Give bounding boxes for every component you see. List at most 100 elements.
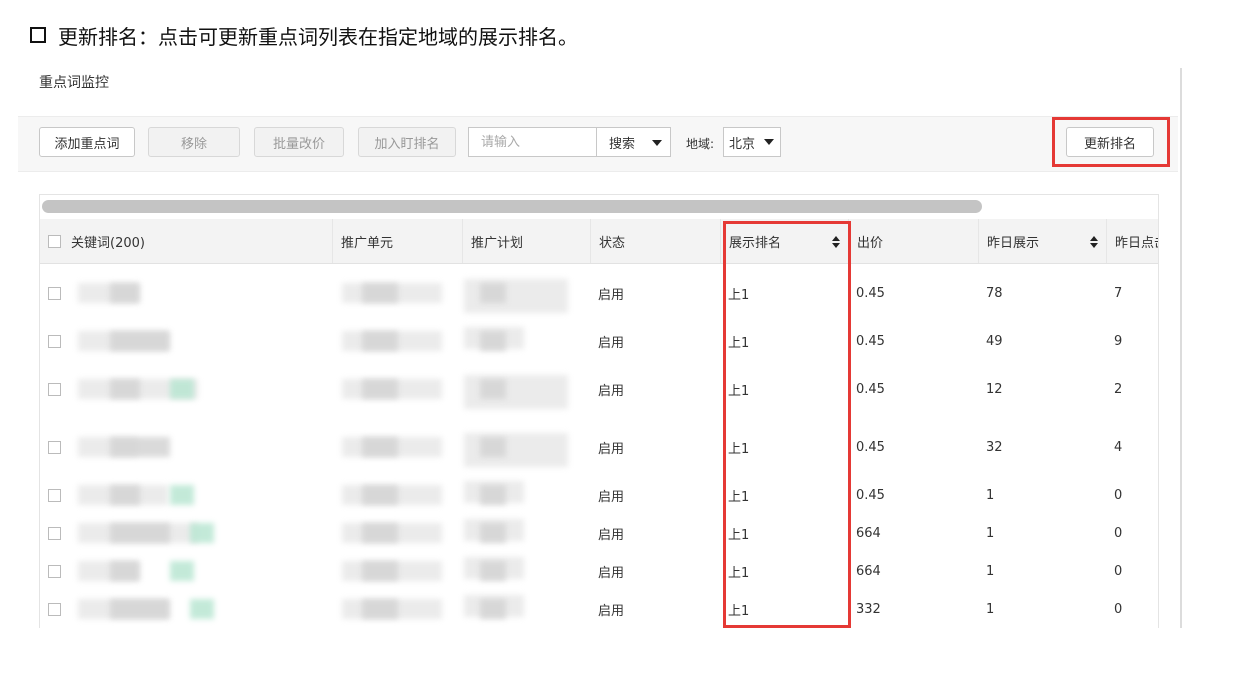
unit-cell <box>332 514 462 552</box>
remove-button[interactable]: 移除 <box>148 127 240 157</box>
row-checkbox[interactable] <box>48 286 61 300</box>
redacted-plan <box>480 561 506 581</box>
col-plan: 推广计划 <box>462 219 590 263</box>
search-input[interactable] <box>468 127 596 157</box>
batch-price-button[interactable]: 批量改价 <box>254 127 344 157</box>
redacted-unit <box>362 561 398 581</box>
square-bullet-icon <box>30 27 46 43</box>
clicks-cell: 0 <box>1114 601 1123 617</box>
unit-cell <box>332 590 462 628</box>
price-cell[interactable]: 0.45 <box>848 418 978 476</box>
col-rank[interactable]: 展示排名 <box>720 219 848 263</box>
select-all-checkbox[interactable] <box>48 234 61 248</box>
table-row[interactable]: 启用 上1 332 1 0 <box>40 590 1158 628</box>
sort-icon[interactable] <box>1090 236 1098 248</box>
redacted-unit <box>362 331 398 351</box>
col-keyword-label: 关键词(200) <box>71 235 145 251</box>
price-cell[interactable]: 664 <box>848 514 978 552</box>
plan-cell <box>462 322 590 360</box>
chevron-down-icon <box>652 140 662 146</box>
region-select[interactable]: 北京 <box>723 127 781 157</box>
price-cell[interactable]: 0.45 <box>848 360 978 418</box>
table-row[interactable]: 启用 上1 0.45 49 9 <box>40 322 1158 361</box>
redacted-keyword <box>110 283 140 303</box>
redacted-keyword <box>190 599 214 619</box>
panel-title: 重点词监控 <box>39 75 109 91</box>
row-checkbox[interactable] <box>48 602 61 616</box>
col-status: 状态 <box>590 219 720 263</box>
impressions-cell: 32 <box>986 439 1003 455</box>
table-row[interactable]: 启用 上1 0.45 32 4 <box>40 418 1158 477</box>
add-keyword-button[interactable]: 添加重点词 <box>39 127 135 157</box>
table-row[interactable]: 启用 上1 0.45 12 2 <box>40 360 1158 419</box>
sort-icon[interactable] <box>832 236 840 248</box>
status-cell: 启用 <box>598 489 625 505</box>
caption-text: 更新排名：点击可更新重点词列表在指定地域的展示排名。 <box>58 24 578 49</box>
plan-cell <box>462 552 590 590</box>
scrollbar-thumb[interactable] <box>42 200 982 213</box>
keyword-cell <box>40 264 332 322</box>
search-select-label: 搜索 <box>609 136 636 152</box>
keyword-table: 关键词(200) 推广单元 推广计划 状态 展示排名 出价 昨日展示 昨日点击 … <box>39 194 1159 628</box>
redacted-keyword <box>110 599 170 619</box>
impressions-cell: 12 <box>986 381 1003 397</box>
impressions-cell: 1 <box>986 525 995 541</box>
plan-cell <box>462 514 590 552</box>
keyword-cell <box>40 418 332 476</box>
price-cell[interactable]: 332 <box>848 590 978 628</box>
status-cell: 启用 <box>598 527 625 543</box>
price-cell[interactable]: 0.45 <box>848 322 978 360</box>
row-checkbox[interactable] <box>48 334 61 348</box>
col-impressions[interactable]: 昨日展示 <box>978 219 1106 263</box>
col-keyword: 关键词(200) <box>40 219 332 263</box>
redacted-unit <box>362 599 398 619</box>
clicks-cell: 2 <box>1114 381 1123 397</box>
update-rank-button[interactable]: 更新排名 <box>1066 127 1154 157</box>
redacted-plan <box>480 599 506 619</box>
redacted-keyword <box>110 331 170 351</box>
instruction-caption: 更新排名：点击可更新重点词列表在指定地域的展示排名。 <box>30 22 578 49</box>
impressions-cell: 1 <box>986 487 995 503</box>
status-cell: 启用 <box>598 335 625 351</box>
rank-cell: 上1 <box>728 527 750 543</box>
keyword-cell <box>40 590 332 628</box>
col-impressions-label: 昨日展示 <box>987 235 1040 251</box>
row-checkbox[interactable] <box>48 440 61 454</box>
redacted-unit <box>362 379 398 399</box>
status-cell: 启用 <box>598 287 625 303</box>
price-cell[interactable]: 0.45 <box>848 264 978 322</box>
plan-cell <box>462 590 590 628</box>
plan-cell <box>462 418 590 476</box>
table-row[interactable]: 启用 上1 664 1 0 <box>40 514 1158 553</box>
price-cell[interactable]: 0.45 <box>848 476 978 514</box>
row-checkbox[interactable] <box>48 564 61 578</box>
row-checkbox[interactable] <box>48 488 61 502</box>
redacted-keyword <box>170 561 194 581</box>
table-row[interactable]: 启用 上1 0.45 78 7 <box>40 264 1158 323</box>
redacted-keyword <box>110 485 140 505</box>
col-price: 出价 <box>848 219 978 263</box>
rank-cell: 上1 <box>728 383 750 399</box>
redacted-unit <box>362 437 398 457</box>
impressions-cell: 78 <box>986 285 1003 301</box>
keyword-monitor-panel: 重点词监控 添加重点词 移除 批量改价 加入盯排名 搜索 地域: 北京 更新排名… <box>18 68 1182 628</box>
rank-cell: 上1 <box>728 565 750 581</box>
price-cell[interactable]: 664 <box>848 552 978 590</box>
table-row[interactable]: 启用 上1 664 1 0 <box>40 552 1158 591</box>
horizontal-scrollbar[interactable] <box>40 195 1158 219</box>
clicks-cell: 7 <box>1114 285 1123 301</box>
col-unit: 推广单元 <box>332 219 462 263</box>
region-value: 北京 <box>729 136 756 152</box>
row-checkbox[interactable] <box>48 382 61 396</box>
table-header: 关键词(200) 推广单元 推广计划 状态 展示排名 出价 昨日展示 昨日点击 <box>40 219 1158 264</box>
table-row[interactable]: 启用 上1 0.45 1 0 <box>40 476 1158 515</box>
keyword-cell <box>40 360 332 418</box>
watch-rank-button[interactable]: 加入盯排名 <box>358 127 456 157</box>
search-type-select[interactable]: 搜索 <box>596 127 671 157</box>
clicks-cell: 0 <box>1114 487 1123 503</box>
status-cell: 启用 <box>598 603 625 619</box>
row-checkbox[interactable] <box>48 526 61 540</box>
impressions-cell: 1 <box>986 563 995 579</box>
col-clicks: 昨日点击 <box>1106 219 1158 263</box>
redacted-unit <box>362 523 398 543</box>
